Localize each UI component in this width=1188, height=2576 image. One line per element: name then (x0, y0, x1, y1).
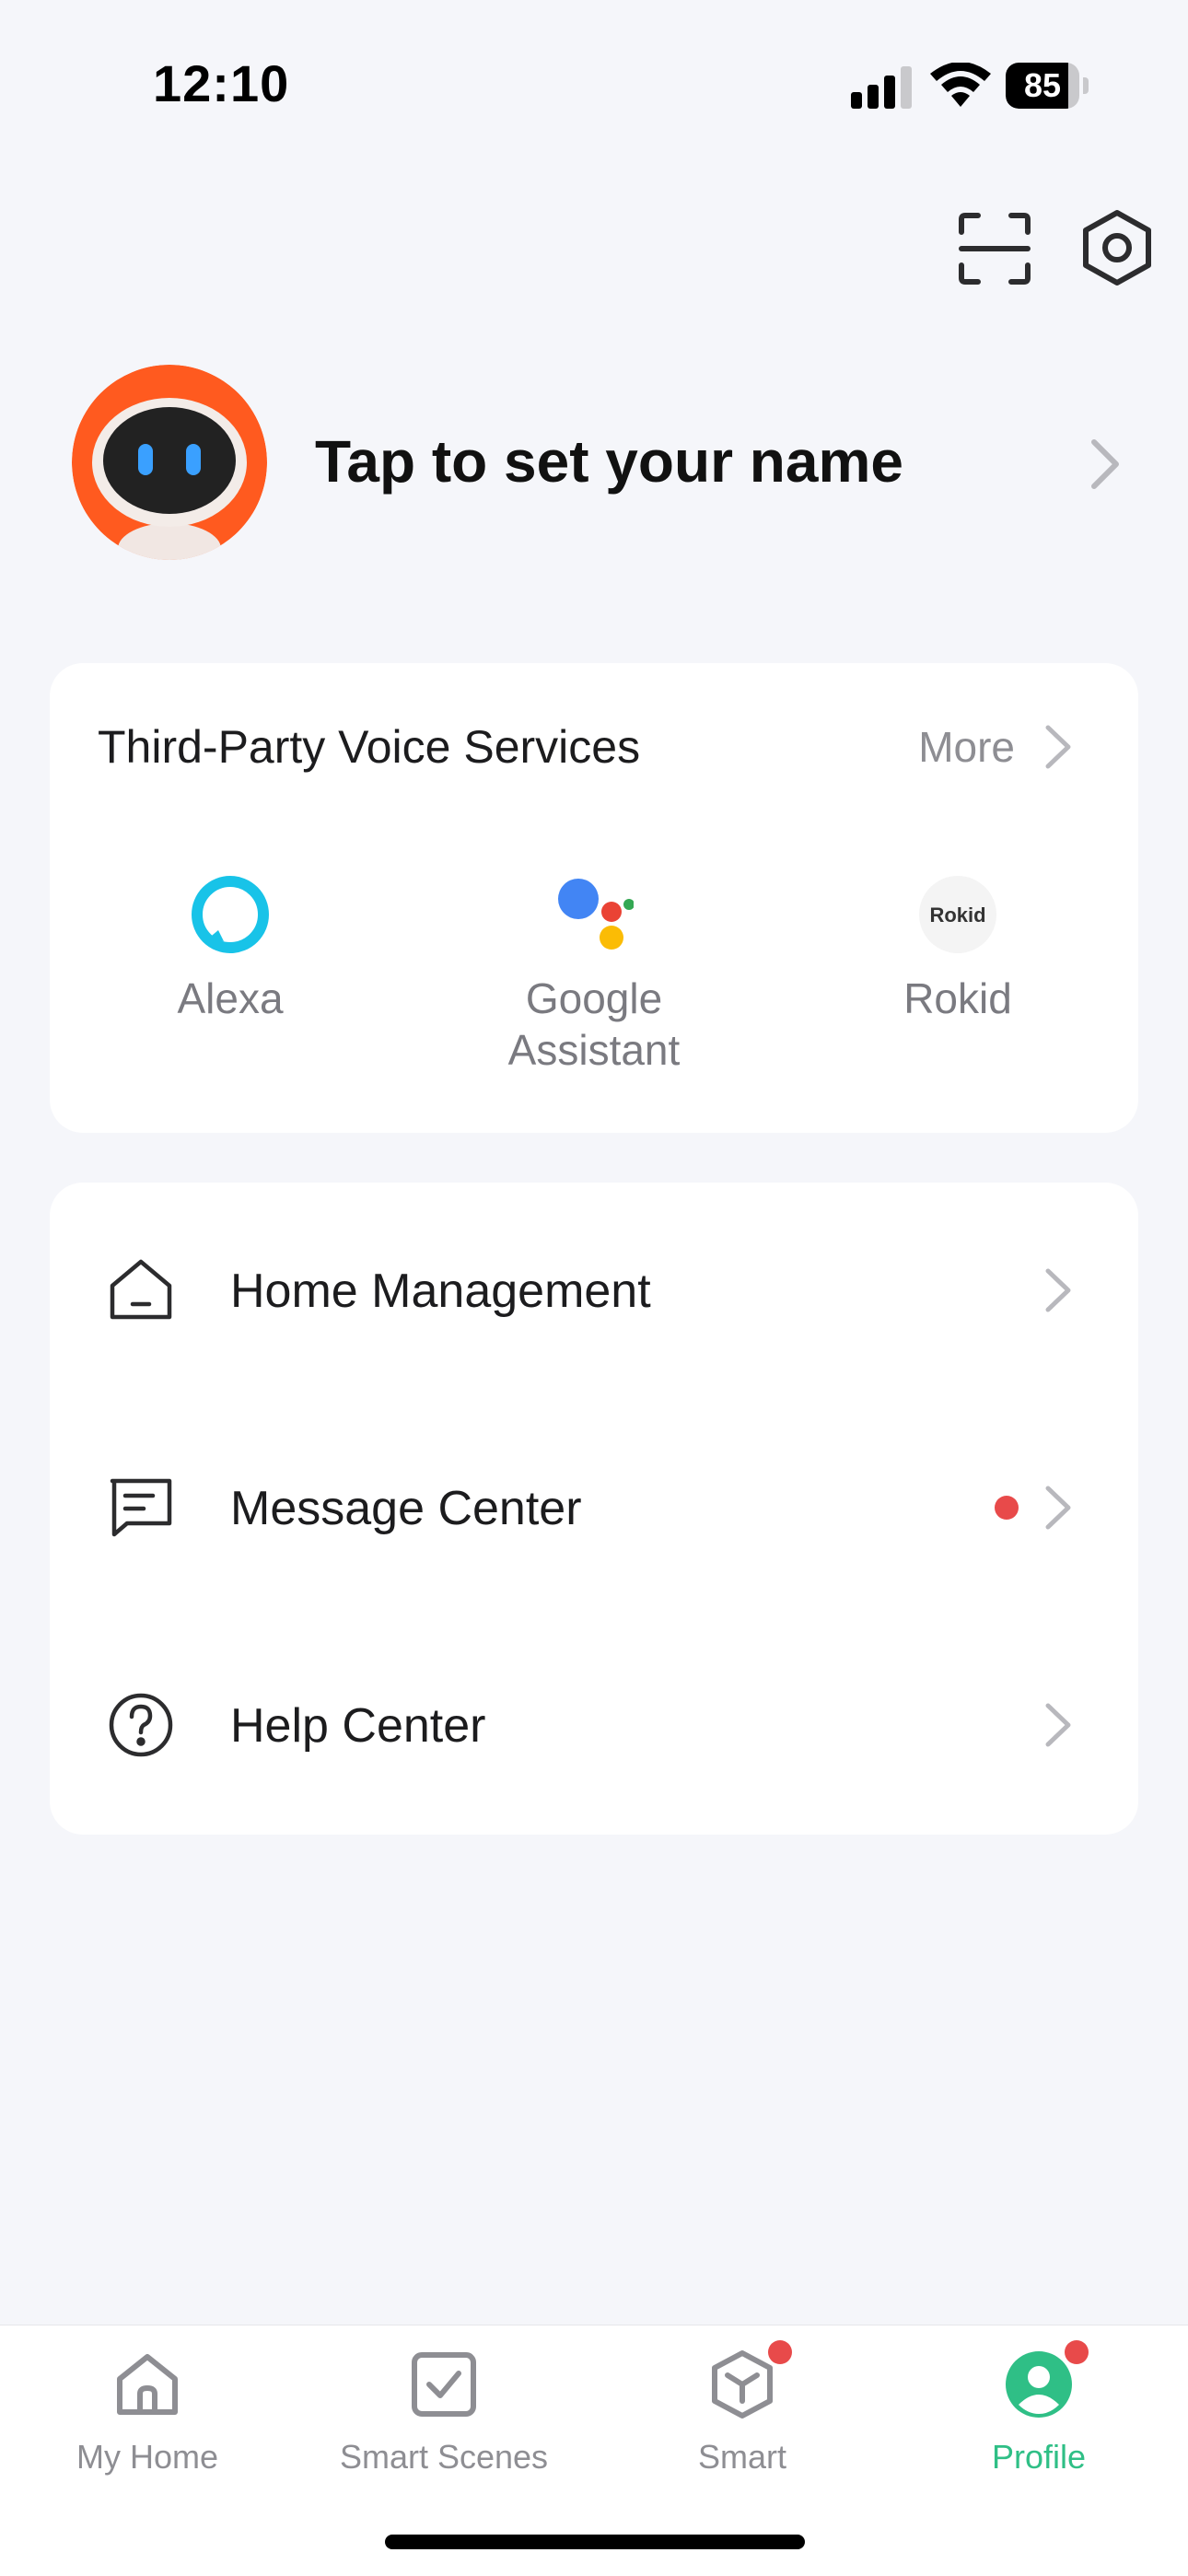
chevron-right-icon[interactable] (1042, 1700, 1074, 1750)
notification-badge (768, 2340, 792, 2364)
avatar[interactable] (72, 365, 267, 560)
chevron-right-icon[interactable] (1042, 1483, 1074, 1533)
tab-smart-scenes[interactable]: Smart Scenes (297, 2348, 591, 2477)
menu-item-label: Help Center (230, 1699, 486, 1753)
checkbox-tab-icon (412, 2352, 476, 2417)
service-label: Alexa (177, 974, 284, 1022)
cellular-signal-icon (851, 66, 912, 109)
battery-percent: 85 (1023, 66, 1062, 104)
svg-text:Rokid: Rokid (929, 903, 985, 927)
profile-tab-icon (1002, 2340, 1089, 2421)
alexa-icon (192, 876, 269, 953)
wifi-icon (930, 63, 991, 107)
service-google-assistant[interactable]: Google Assistant (456, 875, 732, 1076)
service-rokid[interactable]: Rokid Rokid (820, 875, 1096, 1024)
rokid-icon: Rokid (919, 876, 996, 953)
menu-item-label: Home Management (230, 1265, 651, 1318)
cube-tab-icon (705, 2340, 792, 2421)
menu-item-message-center[interactable]: Message Center (50, 1400, 1138, 1617)
service-label: Google Assistant (507, 974, 681, 1074)
notification-badge (1065, 2340, 1089, 2364)
menu-card: Home Management Message Center Help Cent… (50, 1183, 1138, 1835)
home-tab-icon (117, 2354, 178, 2415)
unread-badge (995, 1496, 1019, 1520)
menu-item-home-management[interactable]: Home Management (50, 1183, 1138, 1400)
menu-item-help-center[interactable]: Help Center (50, 1617, 1138, 1835)
service-label: Rokid (903, 974, 1012, 1022)
message-icon (110, 1478, 172, 1537)
google-assistant-icon (558, 879, 634, 950)
settings-icon[interactable] (1077, 208, 1157, 287)
tab-label: Smart (697, 2438, 786, 2476)
menu-item-label: Message Center (230, 1482, 582, 1535)
chevron-right-icon[interactable] (1042, 722, 1074, 772)
chevron-right-icon[interactable] (1042, 1265, 1074, 1315)
home-indicator (385, 2535, 805, 2549)
tab-my-home[interactable]: My Home (0, 2348, 295, 2477)
voice-services-title: Third-Party Voice Services (98, 721, 641, 773)
tab-label: My Home (76, 2438, 219, 2476)
voice-services-more-link[interactable]: More (918, 722, 1015, 772)
profile-name-prompt[interactable]: Tap to set your name (315, 427, 903, 495)
status-time: 12:10 (153, 54, 290, 112)
tab-label: Profile (991, 2438, 1087, 2476)
home-icon (110, 1259, 172, 1320)
chevron-right-icon[interactable] (1087, 437, 1124, 492)
service-alexa[interactable]: Alexa (92, 875, 368, 1024)
help-icon (109, 1693, 173, 1757)
battery-icon: 85 (1006, 63, 1090, 109)
scan-icon[interactable] (958, 212, 1031, 286)
tab-smart[interactable]: Smart (595, 2340, 890, 2477)
tab-label: Smart Scenes (339, 2438, 549, 2476)
voice-services-card: Third-Party Voice Services More Alexa Go… (50, 663, 1138, 1133)
tab-profile[interactable]: Profile (891, 2340, 1186, 2477)
robot-avatar-icon (72, 365, 267, 560)
